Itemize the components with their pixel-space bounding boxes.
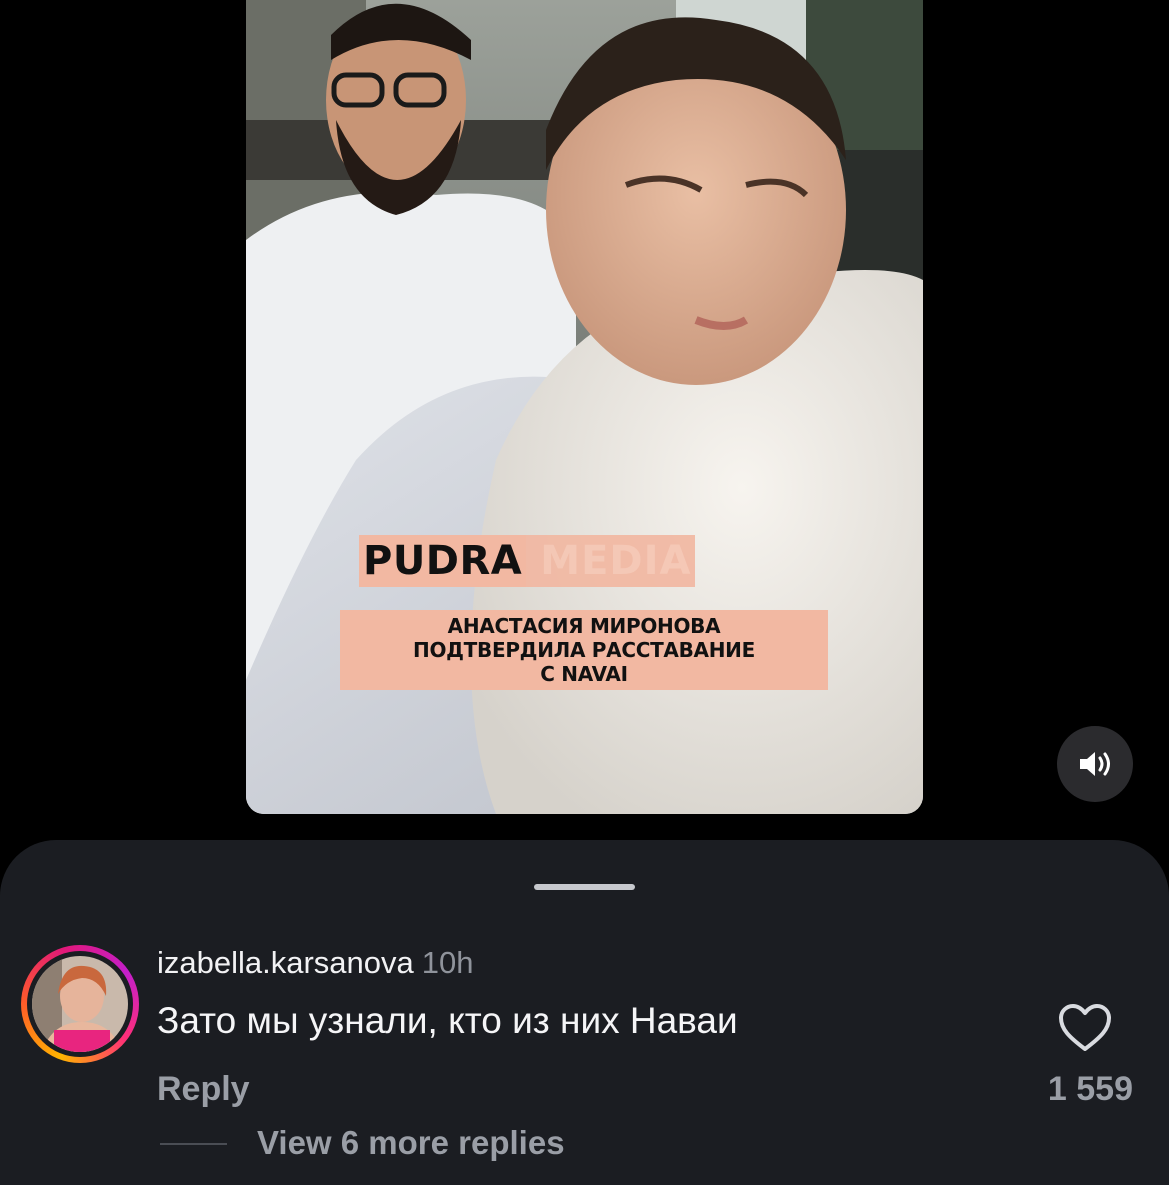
avatar[interactable]	[21, 945, 139, 1063]
brand-word-pudra: PUDRA	[359, 535, 527, 587]
comment-text: Зато мы узнали, кто из них Наваи	[157, 1000, 738, 1041]
reel-photo	[246, 0, 923, 814]
like-count: 1 559	[1047, 1070, 1133, 1108]
sound-toggle-button[interactable]	[1057, 726, 1133, 802]
reel-video[interactable]: PUDRA MEDIA АНАСТАСИЯ МИРОНОВА ПОДТВЕРДИ…	[246, 0, 923, 814]
like-button[interactable]	[1057, 1002, 1113, 1054]
brand-watermark: PUDRA MEDIA	[359, 535, 696, 587]
headline-line: С NAVAI	[540, 662, 628, 686]
heart-outline-icon	[1059, 1004, 1111, 1051]
comment-time: 10h	[421, 945, 474, 980]
reply-button[interactable]: Reply	[157, 1070, 250, 1109]
comments-sheet: izabella.karsanova 10h Зато мы узнали, кт…	[0, 840, 1169, 1185]
headline-line: ПОДТВЕРДИЛА РАССТАВАНИЕ	[413, 638, 755, 662]
brand-word-media: MEDIA	[526, 535, 696, 587]
reel-headline: АНАСТАСИЯ МИРОНОВА ПОДТВЕРДИЛА РАССТАВАН…	[340, 610, 828, 690]
headline-line: АНАСТАСИЯ МИРОНОВА	[447, 614, 721, 638]
username-text[interactable]: izabella.karsanova	[157, 945, 414, 980]
replies-divider	[160, 1143, 227, 1145]
view-more-replies-button[interactable]: View 6 more replies	[257, 1124, 565, 1162]
speaker-icon	[1080, 752, 1110, 776]
sheet-drag-handle[interactable]	[534, 884, 635, 890]
comment-author[interactable]: izabella.karsanova 10h	[157, 945, 474, 981]
avatar-photo	[32, 956, 128, 1052]
screen: PUDRA MEDIA АНАСТАСИЯ МИРОНОВА ПОДТВЕРДИ…	[0, 0, 1169, 1185]
